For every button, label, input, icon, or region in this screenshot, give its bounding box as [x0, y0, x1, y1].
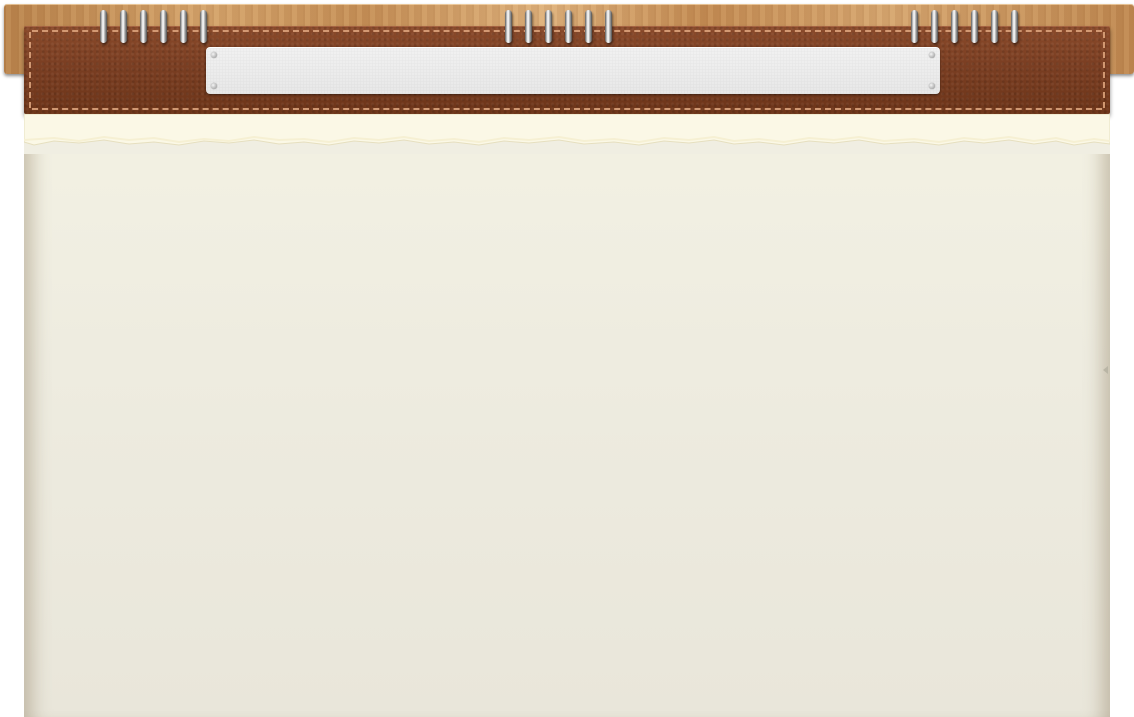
spiral-binding-left [100, 10, 207, 44]
binding-ring-icon [585, 10, 592, 43]
stitching-bottom [32, 108, 1102, 110]
stitching-right [1103, 32, 1105, 108]
rivet-icon [211, 52, 217, 58]
binding-ring-icon [120, 10, 127, 43]
rivet-icon [929, 83, 935, 89]
torn-paper-edge [24, 114, 1110, 154]
rivet-icon [929, 52, 935, 58]
binding-ring-icon [1011, 10, 1018, 43]
binding-ring-icon [140, 10, 147, 43]
page-edge-handle-icon [1103, 366, 1108, 374]
binding-ring-icon [971, 10, 978, 43]
title-plate [206, 47, 940, 94]
binding-ring-icon [931, 10, 938, 43]
binding-ring-icon [911, 10, 918, 43]
page-content-area[interactable] [64, 174, 1070, 687]
notebook-page[interactable] [24, 114, 1110, 717]
binding-ring-icon [545, 10, 552, 43]
binding-ring-icon [505, 10, 512, 43]
notebook-window [0, 0, 1134, 717]
binding-ring-icon [200, 10, 207, 43]
rivet-icon [211, 83, 217, 89]
binding-ring-icon [951, 10, 958, 43]
spiral-binding-center [505, 10, 612, 44]
stitching-left [29, 32, 31, 108]
binding-ring-icon [160, 10, 167, 43]
binding-ring-icon [605, 10, 612, 43]
binding-ring-icon [565, 10, 572, 43]
binding-ring-icon [525, 10, 532, 43]
spiral-binding-right [911, 10, 1018, 44]
binding-ring-icon [100, 10, 107, 43]
binding-ring-icon [991, 10, 998, 43]
binding-ring-icon [180, 10, 187, 43]
